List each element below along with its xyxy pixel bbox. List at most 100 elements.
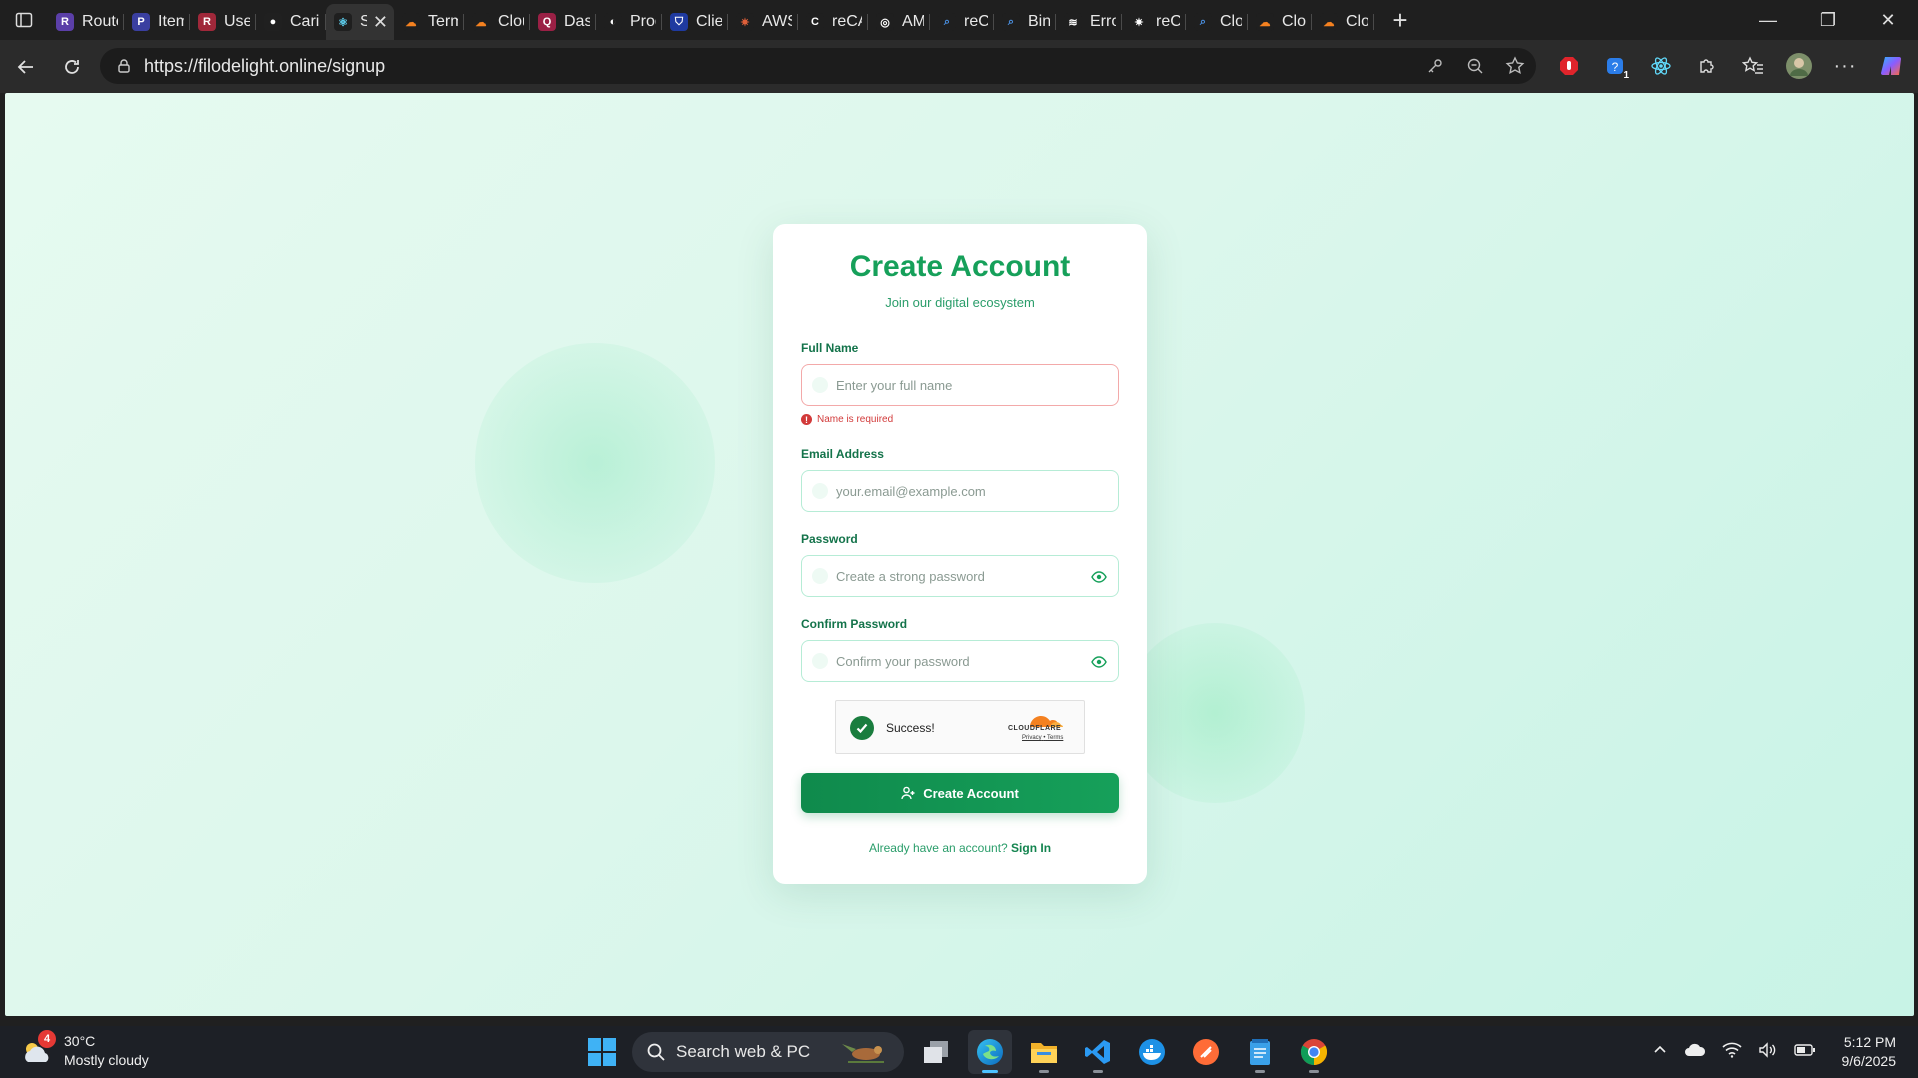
vscode-icon [1085, 1040, 1110, 1064]
browser-tab[interactable]: ◎ AMP [868, 6, 930, 38]
taskbar-search-label: Search web & PC [676, 1042, 811, 1061]
browser-tab[interactable]: CreCAI [798, 6, 868, 38]
signin-link[interactable]: Sign In [1011, 841, 1051, 855]
tab-label: Route [82, 13, 118, 30]
site-info-icon[interactable] [114, 56, 134, 76]
browser-tab[interactable]: ⌕ Cloud [1186, 6, 1248, 38]
weather-temp: 30°C [64, 1033, 96, 1049]
postman-icon [1193, 1039, 1219, 1065]
edge-taskbar-app[interactable] [968, 1030, 1012, 1074]
key-icon[interactable] [1424, 55, 1446, 77]
cloudflare-icon: ☁ [1256, 13, 1274, 31]
browser-tab[interactable]: ⌕ reCAI [930, 6, 994, 38]
system-tray: 5:12 PM 9/6/2025 [1652, 1026, 1918, 1078]
url-text[interactable]: https://filodelight.online/signup [144, 56, 385, 77]
profile-avatar[interactable] [1782, 49, 1816, 83]
tab-label: Items [158, 13, 184, 30]
clock[interactable]: 5:12 PM 9/6/2025 [1842, 1033, 1897, 1071]
browser-tab[interactable]: ≋ Error: [1056, 6, 1122, 38]
close-window-button[interactable]: ✕ [1858, 0, 1918, 40]
browser-tab[interactable]: ◐ Produ [596, 6, 662, 38]
browser-tab[interactable]: ✷ reCAI [1122, 6, 1186, 38]
confirm-password-input[interactable] [836, 653, 1076, 669]
browser-tab[interactable]: R Users [190, 6, 256, 38]
full-name-field[interactable] [801, 364, 1119, 406]
extension-icon-with-badge[interactable]: ? 1 [1598, 49, 1632, 83]
browser-tab[interactable]: ☁ Terms [394, 6, 464, 38]
task-view-button[interactable] [914, 1030, 958, 1074]
tab-label: Produ [630, 13, 656, 30]
full-name-input[interactable] [836, 377, 1076, 393]
volume-icon[interactable] [1758, 1041, 1778, 1063]
browser-tab[interactable]: ● Carin [256, 6, 326, 38]
postman-taskbar-app[interactable] [1184, 1030, 1228, 1074]
browser-tab[interactable]: ☁ Cloud [1248, 6, 1312, 38]
restore-button[interactable]: ❐ [1798, 0, 1858, 40]
docker-taskbar-app[interactable] [1130, 1030, 1174, 1074]
email-input[interactable] [836, 483, 1076, 499]
tab-label: Cloud [1346, 13, 1368, 30]
create-account-button[interactable]: Create Account [801, 773, 1119, 813]
favorite-star-icon[interactable] [1504, 55, 1526, 77]
react-devtools-icon[interactable] [1644, 49, 1678, 83]
extensions-puzzle-icon[interactable] [1690, 49, 1724, 83]
browser-tab[interactable]: ☁ Cloud [1312, 6, 1374, 38]
tab-close-icon[interactable]: ✕ [373, 12, 388, 33]
tab-label: AWS [762, 13, 792, 30]
zoom-out-icon[interactable] [1464, 55, 1486, 77]
file-explorer-taskbar-app[interactable] [1022, 1030, 1066, 1074]
browser-tab[interactable]: ☁ Cloud [464, 6, 530, 38]
app-icon: R [198, 13, 216, 31]
minimize-button[interactable]: — [1738, 0, 1798, 40]
running-indicator [982, 1070, 998, 1073]
refresh-button[interactable] [52, 49, 92, 85]
battery-icon[interactable] [1793, 1043, 1816, 1062]
weather-widget[interactable]: 4 30°C Mostly cloudy [20, 1030, 149, 1070]
chrome-taskbar-app[interactable] [1292, 1030, 1336, 1074]
app-icon: R [56, 13, 74, 31]
search-icon: ⌕ [1002, 13, 1020, 31]
confirm-password-field[interactable] [801, 640, 1119, 682]
browser-tab[interactable]: ⛉ Client [662, 6, 728, 38]
vscode-taskbar-app[interactable] [1076, 1030, 1120, 1074]
captcha-links: Privacy • Terms [1022, 735, 1063, 741]
email-field[interactable] [801, 470, 1119, 512]
more-menu-button[interactable]: ··· [1828, 49, 1862, 83]
taskbar-search[interactable]: Search web & PC [632, 1032, 904, 1072]
new-tab-button[interactable]: + [1382, 2, 1418, 38]
back-button[interactable] [6, 49, 46, 85]
lock-icon [812, 568, 828, 584]
password-input[interactable] [836, 568, 1076, 584]
address-bar[interactable]: https://filodelight.online/signup [100, 48, 1536, 84]
search-icon: ⌕ [1194, 13, 1212, 31]
notepad-taskbar-app[interactable] [1238, 1030, 1282, 1074]
show-confirm-password-eye-icon[interactable] [1090, 653, 1108, 671]
browser-tab[interactable]: R Route [48, 6, 124, 38]
favorites-icon[interactable] [1736, 49, 1770, 83]
window-controls: — ❐ ✕ [1738, 0, 1918, 40]
show-password-eye-icon[interactable] [1090, 568, 1108, 586]
browser-tab[interactable]: P Items [124, 6, 190, 38]
running-indicator [1255, 1070, 1265, 1073]
recaptcha-icon: C [806, 13, 824, 31]
browser-tab[interactable]: ⌕ Bing [994, 6, 1056, 38]
browser-tab[interactable]: ⚛ S ✕ [326, 4, 394, 40]
copilot-icon[interactable] [1874, 49, 1908, 83]
cloudflare-turnstile-widget[interactable]: Success! CLOUDFLARE Privacy • Terms [835, 700, 1085, 754]
chevron-up-icon[interactable] [1652, 1042, 1668, 1063]
privacy-link[interactable]: Privacy [1022, 735, 1042, 741]
tab-actions-button[interactable] [0, 0, 48, 40]
success-check-icon [850, 716, 874, 740]
browser-tab[interactable]: Q Dasht [530, 6, 596, 38]
password-field[interactable] [801, 555, 1119, 597]
docker-icon [1139, 1039, 1165, 1065]
weather-badge: 4 [38, 1030, 56, 1048]
full-name-error-text: Name is required [817, 414, 894, 425]
onedrive-cloud-icon[interactable] [1684, 1042, 1706, 1063]
wifi-icon[interactable] [1721, 1042, 1742, 1063]
folder-icon [1031, 1043, 1057, 1063]
start-button[interactable] [582, 1032, 622, 1072]
browser-tab[interactable]: ✷ AWS [728, 6, 798, 38]
terms-link[interactable]: Terms [1047, 735, 1063, 741]
adblock-extension-icon[interactable] [1552, 49, 1586, 83]
